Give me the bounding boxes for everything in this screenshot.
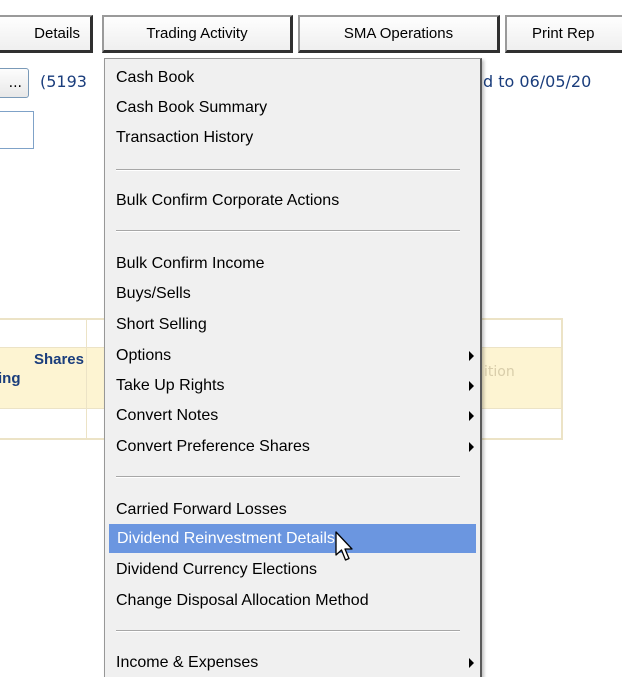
lookup-button[interactable]: ... <box>0 68 29 98</box>
tab-sma-operations[interactable]: SMA Operations <box>298 15 500 53</box>
menu-item-bulk-confirm-income[interactable]: Bulk Confirm Income <box>108 249 476 278</box>
menu-item-convert-notes[interactable]: Convert Notes <box>108 401 476 430</box>
menu-item-change-disposal-allocation-method[interactable]: Change Disposal Allocation Method <box>108 586 476 615</box>
menu-separator <box>116 230 460 232</box>
submenu-arrow-icon <box>469 381 474 391</box>
grid-column-divider <box>86 320 87 438</box>
menu-item-take-up-rights[interactable]: Take Up Rights <box>108 371 476 400</box>
menu-separator <box>116 630 460 632</box>
menu-separator <box>116 169 460 171</box>
mouse-pointer-icon <box>335 531 353 561</box>
grid-header-line2: ing <box>0 370 21 387</box>
trading-activity-menu: Cash Book Cash Book Summary Transaction … <box>104 58 482 677</box>
menu-item-short-selling[interactable]: Short Selling <box>108 310 476 339</box>
client-code-text: (5193 <box>40 72 87 91</box>
menu-separator <box>116 476 460 478</box>
date-range-text: d to 06/05/20 <box>483 72 592 91</box>
menu-item-convert-preference-shares[interactable]: Convert Preference Shares <box>108 432 476 461</box>
submenu-arrow-icon <box>469 442 474 452</box>
grid-header-faded-text: ition <box>484 364 515 380</box>
menu-item-cash-book[interactable]: Cash Book <box>108 63 476 92</box>
menu-item-cash-book-summary[interactable]: Cash Book Summary <box>108 93 476 122</box>
menu-item-dividend-reinvestment-details[interactable]: Dividend Reinvestment Details <box>109 524 476 553</box>
menu-item-dividend-currency-elections[interactable]: Dividend Currency Elections <box>108 555 476 584</box>
grid-header-line1: Shares <box>33 351 84 368</box>
search-field[interactable] <box>0 111 34 149</box>
menu-item-transaction-history[interactable]: Transaction History <box>108 123 476 152</box>
menu-item-buys-sells[interactable]: Buys/Sells <box>108 279 476 308</box>
menu-item-options[interactable]: Options <box>108 341 476 370</box>
menu-item-carried-forward-losses[interactable]: Carried Forward Losses <box>108 495 476 524</box>
submenu-arrow-icon <box>469 411 474 421</box>
tab-trading-activity[interactable]: Trading Activity <box>102 15 293 53</box>
tab-print-reports[interactable]: Print Rep <box>505 15 622 53</box>
grid-header-cell: Shares ing <box>0 350 84 388</box>
app-window: Details Trading Activity SMA Operations … <box>0 0 622 677</box>
submenu-arrow-icon <box>469 658 474 668</box>
tab-details[interactable]: Details <box>0 15 93 53</box>
menu-item-bulk-confirm-corporate-actions[interactable]: Bulk Confirm Corporate Actions <box>108 186 476 215</box>
menu-item-income-expenses[interactable]: Income & Expenses <box>108 648 476 677</box>
submenu-arrow-icon <box>469 351 474 361</box>
